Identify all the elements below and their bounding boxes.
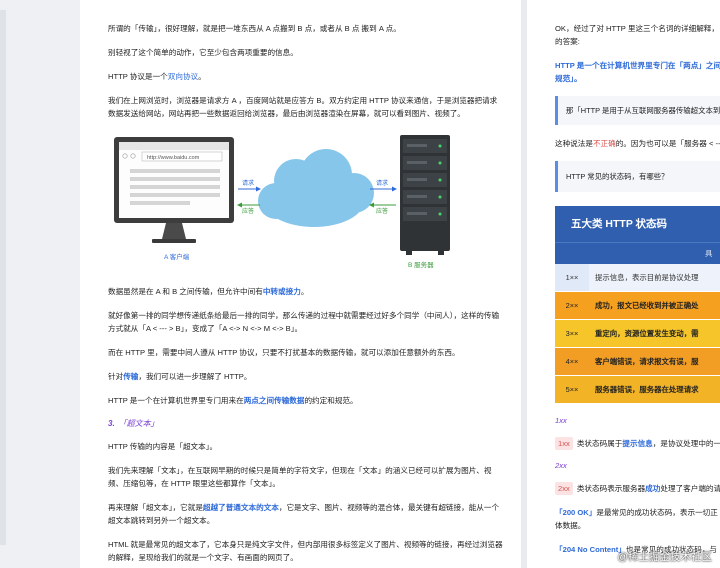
document-page-right: OK，经过了对 HTTP 里这三个名词的详细解释， 的答案: HTTP 是一个在… xyxy=(527,0,720,568)
paragraph: HTML 就是最常见的超文本了，它本身只是纯文字文件，但内部用很多标签定义了图片… xyxy=(108,540,503,562)
paragraph: 就好像第一排的同学想传递纸条给最后一排的同学，那么传递的过程中就需要经过好多个同… xyxy=(108,311,500,333)
svg-text:应答: 应答 xyxy=(376,207,388,215)
status-code-table: 五大类 HTTP 状态码 具 1×× 提示信息，表示目前是协议处理 2×× 成功，报… xyxy=(555,206,720,404)
table-row: 1×× 提示信息，表示目前是协议处理 xyxy=(555,264,720,292)
document-page-left: 所谓的「传输」，很好理解，就是把一堆东西从 A 点搬到 B 点，或者从 B 点 … xyxy=(80,0,521,568)
link-hypertext[interactable]: 超越了普通文本的文本 xyxy=(203,503,279,512)
content-line xyxy=(130,193,220,197)
paragraph: 1xx 类状态码属于提示信息，是协议处理中的一 xyxy=(555,437,720,450)
content-line xyxy=(130,185,220,189)
svg-text:请求: 请求 xyxy=(242,179,254,187)
svg-text:请求: 请求 xyxy=(376,179,388,187)
link-info[interactable]: 提示信息 xyxy=(622,439,652,448)
paragraph: 我们先来理解「文本」，在互联网早期的时候只是简单的字符文字，但现在「文本」的涵义… xyxy=(108,466,492,488)
table-row: 4×× 客户端错误，请求报文有误，服 xyxy=(555,348,720,376)
server-label: B 服务器 xyxy=(408,260,434,269)
paragraph: HTTP 协议是一个双向协议。 xyxy=(108,72,206,81)
paragraph: 别轻视了这个简单的动作，它至少包含两项重要的信息。 xyxy=(108,48,298,57)
content-line xyxy=(130,169,220,173)
table-title: 五大类 HTTP 状态码 xyxy=(555,206,720,242)
subheading-1xx: 1xx xyxy=(555,416,567,425)
table-row: 5×× 服务器错误，服务器在处理请求 xyxy=(555,376,720,404)
paragraph: HTTP 传输的内容是「超文本」。 xyxy=(108,442,218,451)
http-diagram: http://www.baidu.com A 客户端 请求 应答 请求 应答 B… xyxy=(108,131,488,271)
svg-text:应答: 应答 xyxy=(242,207,254,215)
watermark: @稀土掘金技术社区 xyxy=(617,551,712,563)
emphasis-incorrect: 不正确 xyxy=(592,139,616,148)
paragraph: 体数据。 xyxy=(555,521,586,530)
paragraph: 针对传输，我们可以进一步理解了 HTTP。 xyxy=(108,372,252,381)
table-header: 具 xyxy=(555,242,720,264)
link-relay[interactable]: 中转或接力 xyxy=(263,287,301,296)
monitor-base xyxy=(152,239,196,243)
code-200: 「200 OK」 xyxy=(555,508,597,517)
paragraph: 再来理解「超文本」，它就是超越了普通文本的文本，它是文字、图片、视频等的混合体，… xyxy=(108,503,500,525)
link-success[interactable]: 成功 xyxy=(645,484,660,493)
server-icon xyxy=(400,135,450,255)
table-row: 3×× 重定向，资源位置发生变动，需 xyxy=(555,320,720,348)
code-204: 「204 No Content」 xyxy=(555,545,626,554)
content-line xyxy=(130,177,220,181)
link-two-points[interactable]: 两点之间传输数据 xyxy=(244,396,305,405)
paragraph: HTTP 是一个在计算机世界里专门用来在两点之间传输数据的约定和规范。 xyxy=(108,396,358,405)
code-tag: 2xx xyxy=(555,482,573,495)
cloud-icon xyxy=(258,149,374,227)
paragraph: 所谓的「传输」，很好理解，就是把一堆东西从 A 点搬到 B 点，或者从 B 点 … xyxy=(108,24,401,33)
link-transport[interactable]: 传输 xyxy=(123,372,138,381)
left-gutter xyxy=(0,0,80,568)
paragraph: 而在 HTTP 里，需要中间人遵从 HTTP 协议，只要不打扰基本的数据传输，就… xyxy=(108,348,460,357)
link-bidirectional[interactable]: 双向协议 xyxy=(168,72,198,81)
url-text: http://www.baidu.com xyxy=(147,155,200,161)
paragraph: 这种说法是不正确的。因为也可以是「服务器 < -- > xyxy=(555,139,720,148)
content-line xyxy=(130,201,190,205)
blockquote: 那「HTTP 是用于从互联网服务器传输超文本到本 xyxy=(555,96,720,125)
code-tag: 1xx xyxy=(555,437,573,450)
paragraph: 我们在上网浏览时，浏览器是请求方 A ，百度网站就是应答方 B。双方约定用 HT… xyxy=(108,96,498,118)
blockquote: HTTP 常见的状态码，有哪些？ xyxy=(555,161,720,192)
client-label: A 客户端 xyxy=(164,252,190,261)
paragraph: OK，经过了对 HTTP 里这三个名词的详细解释， xyxy=(555,24,719,33)
browser-bar xyxy=(119,142,229,150)
paragraph: 数据虽然是在 A 和 B 之间传输，但允许中间有中转或接力。 xyxy=(108,287,309,296)
section-heading: 3. 「超文本」 xyxy=(108,419,159,428)
paragraph: HTTP 是一个在计算机世界里专门在「两点」之间 xyxy=(555,61,720,70)
paragraph: 「200 OK」是最常见的成功状态码，表示一切正 xyxy=(555,508,718,517)
table-row: 2×× 成功，报文已经收到并被正确处 xyxy=(555,292,720,320)
diagram-graphic: http://www.baidu.com A 客户端 请求 应答 请求 应答 B… xyxy=(114,135,450,269)
paragraph: 2xx 类状态码表示服务器成功处理了客户端的请 xyxy=(555,482,720,495)
subheading-2xx: 2xx xyxy=(555,461,567,470)
paragraph: 的答案: xyxy=(555,37,580,46)
paragraph: 规范」。 xyxy=(555,74,582,83)
monitor-stand xyxy=(162,223,186,239)
scroll-track[interactable] xyxy=(0,10,6,545)
